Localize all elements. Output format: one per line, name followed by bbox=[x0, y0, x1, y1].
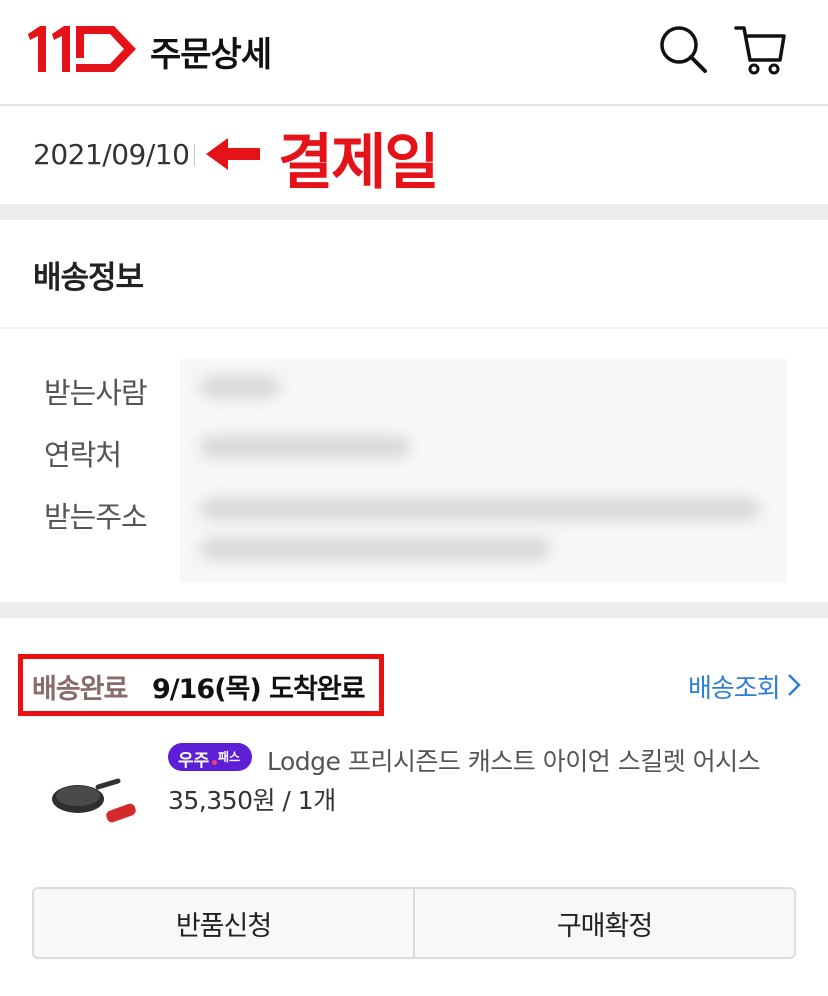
product-price-quantity: 35,350원 / 1개 bbox=[168, 786, 336, 815]
order-date-row: 2021/09/10 결제일 bbox=[0, 108, 828, 204]
date-divider bbox=[194, 144, 195, 166]
search-icon bbox=[660, 26, 707, 73]
order-action-buttons: 반품신청 구매확정 bbox=[32, 887, 796, 959]
brand-logo[interactable] bbox=[26, 24, 138, 74]
payment-date-annotation: 결제일 bbox=[278, 128, 440, 198]
left-arrow-icon bbox=[206, 138, 260, 170]
arrival-date: 9/16(목) 도착완료 bbox=[152, 674, 366, 705]
phone-label: 연락처 bbox=[44, 438, 122, 472]
section-divider bbox=[0, 327, 828, 329]
top-header: 주문상세 bbox=[0, 0, 828, 106]
cart-icon bbox=[734, 26, 786, 75]
return-request-button[interactable]: 반품신청 bbox=[34, 889, 413, 957]
address-label: 받는주소 bbox=[44, 500, 148, 534]
badge-sub-text: 패스 bbox=[218, 750, 241, 764]
track-delivery-link[interactable]: 배송조회 bbox=[688, 668, 781, 705]
order-date: 2021/09/10 bbox=[33, 138, 190, 171]
section-gap bbox=[0, 602, 828, 618]
badge-main-text: 우주 bbox=[178, 751, 210, 771]
cart-button[interactable] bbox=[732, 22, 788, 78]
delivery-status: 배송완료 bbox=[32, 674, 128, 705]
product-image[interactable] bbox=[44, 765, 144, 831]
uzu-pass-badge: 우주 패스 bbox=[168, 743, 252, 771]
section-gap bbox=[0, 204, 828, 220]
page-title: 주문상세 bbox=[150, 35, 272, 75]
badge-dot bbox=[212, 760, 217, 765]
search-button[interactable] bbox=[655, 22, 711, 78]
redacted-recipient-details bbox=[180, 358, 787, 583]
product-name[interactable]: Lodge 프리시즌드 캐스트 아이언 스킬렛 어시스 bbox=[267, 742, 761, 778]
delivery-info-title: 배송정보 bbox=[33, 260, 144, 296]
purchase-confirm-button[interactable]: 구매확정 bbox=[413, 889, 794, 957]
chevron-right-icon[interactable] bbox=[786, 672, 802, 698]
recipient-label: 받는사람 bbox=[44, 376, 148, 410]
